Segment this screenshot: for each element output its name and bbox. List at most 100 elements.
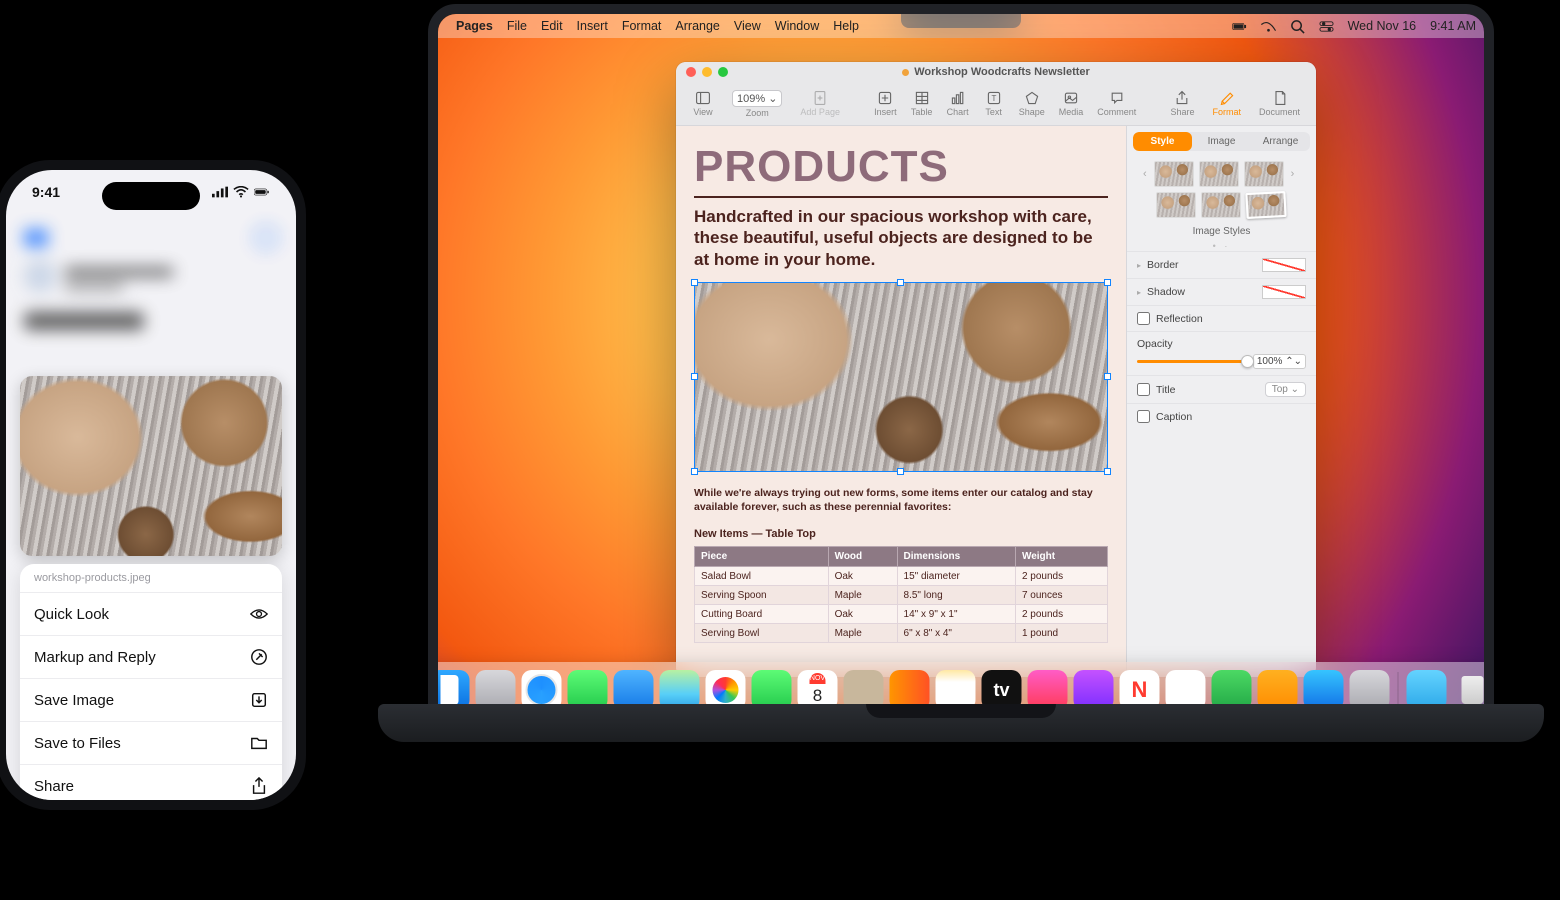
toolbar-table-button[interactable]: Table bbox=[905, 88, 939, 119]
menu-item-quick-look[interactable]: Quick Look bbox=[20, 592, 282, 635]
macos-menubar: Pages File Edit Insert Format Arrange Vi… bbox=[438, 14, 1484, 38]
toolbar-share-button[interactable]: Share bbox=[1164, 88, 1200, 119]
shadow-row[interactable]: ▸Shadow bbox=[1127, 278, 1316, 305]
table-header[interactable]: Piece bbox=[695, 547, 829, 567]
wifi-icon[interactable] bbox=[1261, 19, 1276, 34]
image-style-thumb[interactable] bbox=[1245, 191, 1286, 219]
document-heading[interactable]: PRODUCTS bbox=[694, 142, 1108, 192]
menubar-date[interactable]: Wed Nov 16 bbox=[1348, 19, 1417, 33]
toolbar-chart-button[interactable]: Chart bbox=[941, 88, 975, 119]
shadow-none-swatch[interactable] bbox=[1262, 285, 1306, 299]
border-none-swatch[interactable] bbox=[1262, 258, 1306, 272]
border-row[interactable]: ▸Border bbox=[1127, 251, 1316, 278]
heading-rule bbox=[694, 196, 1108, 198]
toolbar-comment-button[interactable]: Comment bbox=[1091, 88, 1142, 119]
toolbar-format-button[interactable]: Format bbox=[1206, 88, 1247, 119]
selected-image[interactable] bbox=[694, 282, 1108, 472]
menu-arrange[interactable]: Arrange bbox=[675, 19, 719, 33]
spotlight-icon[interactable] bbox=[1290, 19, 1305, 34]
menu-edit[interactable]: Edit bbox=[541, 19, 563, 33]
iphone-frame: 9:41 workshop-prod bbox=[0, 160, 306, 810]
menu-item-save-to-files[interactable]: Save to Files bbox=[20, 721, 282, 764]
title-row: TitleTop ⌄ bbox=[1127, 375, 1316, 403]
markup-icon bbox=[250, 648, 268, 666]
image-styles-label: Image Styles bbox=[1127, 222, 1316, 241]
image-style-thumb[interactable] bbox=[1244, 161, 1284, 187]
table-header[interactable]: Wood bbox=[828, 547, 897, 567]
toolbar-text-button[interactable]: TText bbox=[977, 88, 1011, 119]
resize-handle[interactable] bbox=[897, 279, 904, 286]
inspector-tab-arrange[interactable]: Arrange bbox=[1251, 132, 1310, 151]
document-body-text[interactable]: While we're always trying out new forms,… bbox=[694, 486, 1108, 514]
menu-item-share[interactable]: Share bbox=[20, 764, 282, 800]
styles-next-icon[interactable]: › bbox=[1289, 168, 1297, 180]
resize-handle[interactable] bbox=[1104, 279, 1111, 286]
resize-handle[interactable] bbox=[691, 373, 698, 380]
resize-handle[interactable] bbox=[1104, 468, 1111, 475]
toolbar-shape-button[interactable]: Shape bbox=[1013, 88, 1051, 119]
window-zoom-button[interactable] bbox=[718, 67, 728, 77]
save-image-icon bbox=[250, 691, 268, 709]
menu-help[interactable]: Help bbox=[833, 19, 859, 33]
disclosure-icon[interactable]: ▸ bbox=[1137, 288, 1141, 297]
control-center-icon[interactable] bbox=[1319, 19, 1334, 34]
dynamic-island bbox=[102, 182, 200, 210]
opacity-value-field[interactable]: 100% ⌃⌄ bbox=[1253, 354, 1306, 369]
styles-prev-icon[interactable]: ‹ bbox=[1141, 168, 1149, 180]
resize-handle[interactable] bbox=[1104, 373, 1111, 380]
menu-format[interactable]: Format bbox=[622, 19, 662, 33]
document-modified-icon bbox=[902, 69, 909, 76]
inspector-segmented-control[interactable]: Style Image Arrange bbox=[1133, 132, 1310, 151]
toolbar-zoom-select[interactable]: 109% ⌄Zoom bbox=[726, 88, 788, 120]
table-header[interactable]: Weight bbox=[1015, 547, 1107, 567]
table-row: Serving SpoonMaple8.5" long7 ounces bbox=[695, 586, 1108, 605]
disclosure-icon[interactable]: ▸ bbox=[1137, 261, 1141, 270]
toolbar-add-page-button[interactable]: Add Page bbox=[794, 88, 846, 119]
menu-window[interactable]: Window bbox=[775, 19, 819, 33]
wifi-icon bbox=[233, 186, 249, 198]
dimmed-background-content bbox=[6, 216, 296, 368]
window-minimize-button[interactable] bbox=[702, 67, 712, 77]
menu-file[interactable]: File bbox=[507, 19, 527, 33]
document-canvas[interactable]: PRODUCTS Handcrafted in our spacious wor… bbox=[676, 126, 1126, 677]
menu-item-save-image[interactable]: Save Image bbox=[20, 678, 282, 721]
table-header[interactable]: Dimensions bbox=[897, 547, 1015, 567]
slider-knob[interactable] bbox=[1241, 355, 1254, 368]
format-inspector: Style Image Arrange ‹ › bbox=[1126, 126, 1316, 677]
styles-page-dots[interactable]: • · bbox=[1127, 241, 1316, 251]
window-close-button[interactable] bbox=[686, 67, 696, 77]
inspector-tab-style[interactable]: Style bbox=[1133, 132, 1192, 151]
caption-checkbox[interactable] bbox=[1137, 410, 1150, 423]
battery-icon[interactable] bbox=[1232, 19, 1247, 34]
menubar-time[interactable]: 9:41 AM bbox=[1430, 19, 1476, 33]
toolbar-media-button[interactable]: Media bbox=[1053, 88, 1090, 119]
document-subhead[interactable]: New Items — Table Top bbox=[694, 528, 1108, 540]
image-style-thumb[interactable] bbox=[1156, 192, 1196, 218]
products-table[interactable]: Piece Wood Dimensions Weight Salad BowlO… bbox=[694, 546, 1108, 643]
image-style-thumb[interactable] bbox=[1154, 161, 1194, 187]
resize-handle[interactable] bbox=[691, 468, 698, 475]
menu-insert[interactable]: Insert bbox=[577, 19, 608, 33]
window-title: Workshop Woodcrafts Newsletter bbox=[902, 66, 1090, 78]
toolbar-view-button[interactable]: View bbox=[686, 88, 720, 119]
window-traffic-lights bbox=[686, 67, 728, 77]
resize-handle[interactable] bbox=[691, 279, 698, 286]
toolbar-insert-button[interactable]: Insert bbox=[868, 88, 903, 119]
document-lead[interactable]: Handcrafted in our spacious workshop wit… bbox=[694, 206, 1108, 270]
context-menu-sheet: workshop-products.jpeg Quick Look Markup… bbox=[20, 564, 282, 800]
title-position-select[interactable]: Top ⌄ bbox=[1265, 382, 1306, 397]
reflection-checkbox[interactable] bbox=[1137, 312, 1150, 325]
image-preview[interactable] bbox=[20, 376, 282, 556]
inspector-tab-image[interactable]: Image bbox=[1192, 132, 1251, 151]
title-checkbox[interactable] bbox=[1137, 383, 1150, 396]
resize-handle[interactable] bbox=[897, 468, 904, 475]
opacity-slider[interactable] bbox=[1137, 360, 1247, 363]
menu-view[interactable]: View bbox=[734, 19, 761, 33]
toolbar-document-button[interactable]: Document bbox=[1253, 88, 1306, 119]
window-titlebar[interactable]: Workshop Woodcrafts Newsletter bbox=[676, 62, 1316, 82]
menu-item-markup-reply[interactable]: Markup and Reply bbox=[20, 635, 282, 678]
app-menu[interactable]: Pages bbox=[456, 19, 493, 33]
image-style-thumb[interactable] bbox=[1199, 161, 1239, 187]
opacity-label: Opacity bbox=[1137, 338, 1306, 350]
image-style-thumb[interactable] bbox=[1201, 192, 1241, 218]
